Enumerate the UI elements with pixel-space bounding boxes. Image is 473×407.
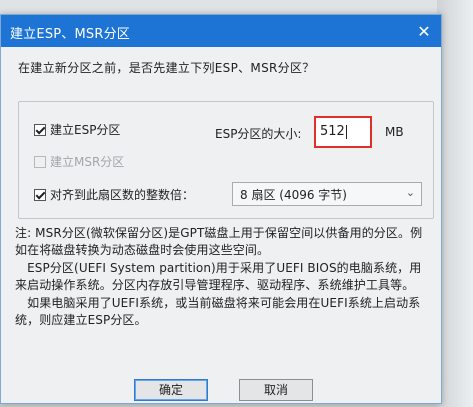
note-paragraph-msr: 注: MSR分区(微软保留分区)是GPT磁盘上用于保留空间以供备用的分区。例如在…: [15, 226, 423, 257]
msr-checkbox-label: 建立MSR分区: [50, 155, 125, 169]
question-text: 在建立新分区之前，是否先建立下列ESP、MSR分区？: [18, 61, 315, 75]
note-text: 注: MSR分区(微软保留分区)是GPT磁盘上用于保留空间以供备用的分区。例如在…: [15, 225, 429, 330]
text-cursor: [345, 124, 347, 139]
note-paragraph-uefi: 如果电脑采用了UEFI系统，或当前磁盘将来可能会用在UEFI系统上启动系统，则应…: [15, 296, 421, 327]
esp-size-value: 512: [320, 124, 345, 139]
screen: 建立ESP、MSR分区 ✕ 在建立新分区之前，是否先建立下列ESP、MSR分区？…: [0, 0, 473, 407]
note-paragraph-esp: ESP分区(UEFI System partition)用于采用了UEFI BI…: [15, 261, 422, 292]
cancel-button[interactable]: 取消: [239, 379, 313, 401]
close-icon[interactable]: ✕: [413, 20, 435, 42]
msr-checkbox-row[interactable]: 建立MSR分区: [34, 153, 124, 170]
create-esp-msr-dialog: 建立ESP、MSR分区 ✕ 在建立新分区之前，是否先建立下列ESP、MSR分区？…: [0, 14, 442, 404]
esp-size-label: ESP分区的大小:: [215, 127, 302, 141]
esp-size-input[interactable]: 512: [314, 116, 372, 148]
ok-button[interactable]: 确定: [134, 379, 208, 401]
chevron-down-icon: ⌄: [405, 186, 415, 199]
esp-checkbox-label: 建立ESP分区: [50, 123, 121, 137]
align-select-value: 8 扇区 (4096 字节): [240, 188, 347, 202]
esp-size-unit: MB: [385, 125, 404, 139]
align-checkbox-label: 对齐到此扇区数的整数倍：: [50, 188, 195, 202]
esp-checkbox-row[interactable]: 建立ESP分区: [34, 121, 120, 138]
msr-checkbox[interactable]: [34, 155, 46, 168]
background-window-edge: [437, 0, 473, 407]
align-checkbox[interactable]: [34, 188, 46, 201]
esp-checkbox[interactable]: [34, 123, 46, 136]
align-checkbox-row[interactable]: 对齐到此扇区数的整数倍：: [34, 186, 194, 203]
dialog-title: 建立ESP、MSR分区: [10, 27, 131, 42]
align-sector-select[interactable]: 8 扇区 (4096 字节) ⌄: [232, 182, 422, 206]
title-bar: 建立ESP、MSR分区 ✕: [1, 15, 441, 47]
